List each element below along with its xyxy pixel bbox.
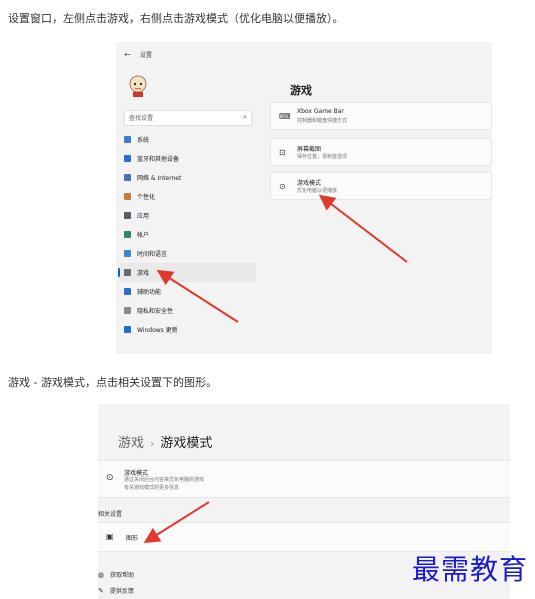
annotation-arrows <box>143 194 408 544</box>
arrow-to-game-mode-card <box>318 194 408 263</box>
arrow-to-games-nav <box>156 269 239 323</box>
arrow-to-graphics <box>143 501 210 544</box>
